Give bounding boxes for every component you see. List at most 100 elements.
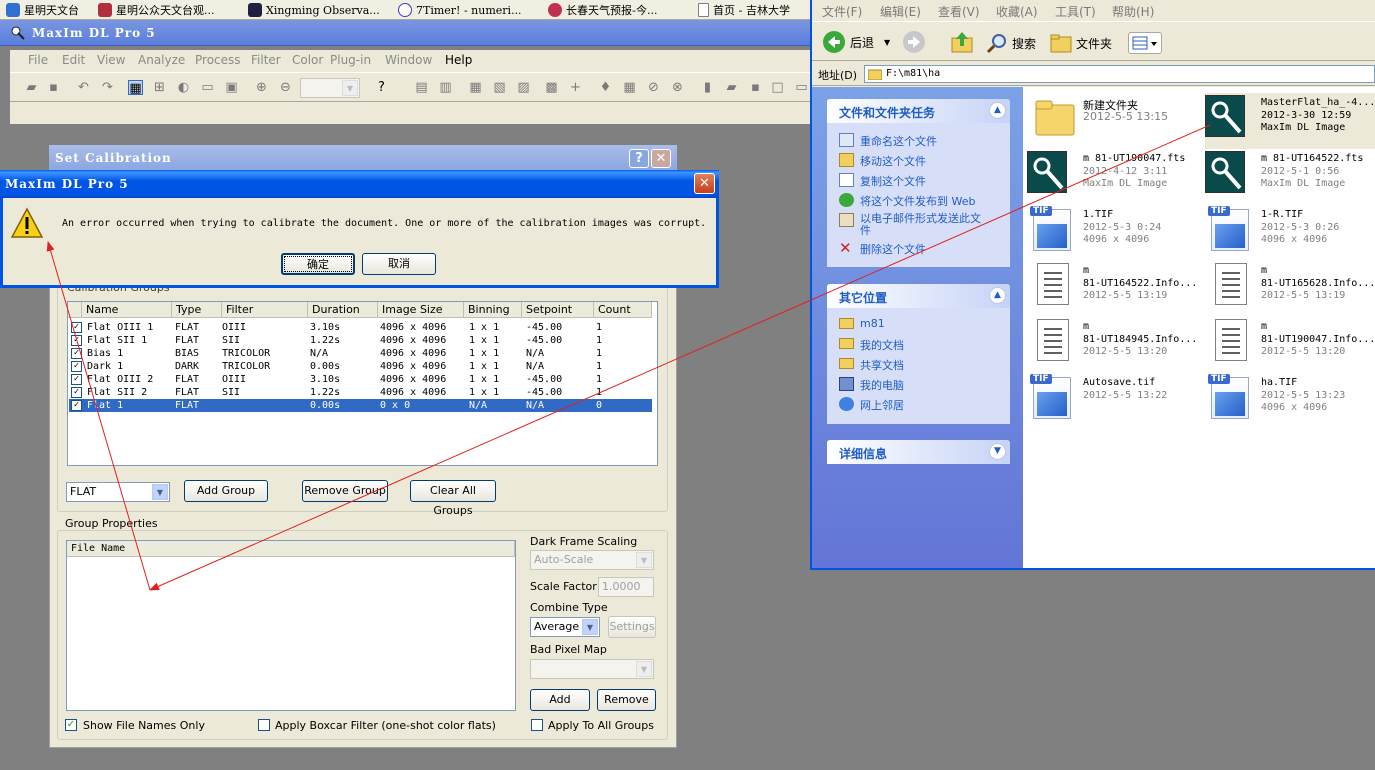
favorite-link[interactable]: 星明公众天文台观...: [98, 2, 215, 18]
file-item-selected[interactable]: MasterFlat_ha_-4... 2012-3-30 12:59 MaxI…: [1205, 93, 1375, 149]
tool-icon[interactable]: ▧: [492, 80, 507, 95]
favorite-link[interactable]: Xingming Observa...: [248, 2, 380, 18]
menu-file[interactable]: 文件(F): [822, 3, 862, 20]
undo-icon[interactable]: ↶: [76, 80, 91, 95]
folders-button[interactable]: 文件夹: [1050, 32, 1112, 54]
file-item[interactable]: TIF Autosave.tif 2012-5-5 13:22: [1027, 373, 1207, 429]
table-header[interactable]: Image Size: [378, 302, 464, 318]
task-rename[interactable]: 重命名这个文件: [839, 133, 937, 149]
task-publish-web[interactable]: 将这个文件发布到 Web: [839, 193, 975, 209]
tool-icon[interactable]: ▤: [414, 80, 429, 95]
search-button[interactable]: 搜索: [986, 32, 1036, 54]
tool-icon[interactable]: ▪: [748, 80, 763, 95]
dark-frame-scaling-select[interactable]: Auto-Scale ▼: [530, 550, 654, 570]
table-row[interactable]: ✓ Flat OIII 1 FLAT OIII 3.10s 4096 x 4096 1 x …: [69, 321, 652, 334]
favorite-link[interactable]: 星明天文台: [6, 2, 79, 18]
explorer-file-view[interactable]: 新建文件夹 2012-5-5 13:15 MasterFlat_ha_-4...…: [1023, 87, 1375, 568]
remove-group-button[interactable]: Remove Group: [302, 480, 388, 502]
context-help-icon[interactable]: ?: [374, 80, 389, 95]
scale-factor-input[interactable]: 1.0000: [598, 577, 654, 597]
table-row[interactable]: ✓ Flat 1 FLAT 0.00s 0 x 0 N/A N/A 0: [69, 399, 652, 412]
ok-button[interactable]: 确定: [281, 253, 355, 275]
file-item[interactable]: m 81-UT165628.Info... 2012-5-5 13:19: [1205, 261, 1375, 317]
table-row[interactable]: ✓ Flat OIII 2 FLAT OIII 3.10s 4096 x 4096 1 x …: [69, 373, 652, 386]
close-button[interactable]: ✕: [651, 149, 671, 168]
row-checkbox[interactable]: ✓: [71, 400, 82, 411]
cancel-button[interactable]: 取消: [362, 253, 436, 275]
tool-icon[interactable]: ▩: [544, 80, 559, 95]
file-item[interactable]: TIF 1.TIF 2012-5-3 0:24 4096 x 4096: [1027, 205, 1207, 261]
menu-view[interactable]: View: [97, 53, 125, 67]
table-row[interactable]: ✓ Flat SII 2 FLAT SII 1.22s 4096 x 4096 1 x 1 -…: [69, 386, 652, 399]
table-header[interactable]: Type: [172, 302, 222, 318]
menu-color[interactable]: Color: [292, 53, 323, 67]
row-checkbox[interactable]: ✓: [71, 322, 82, 333]
menu-filter[interactable]: Filter: [251, 53, 281, 67]
redo-icon[interactable]: ↷: [100, 80, 115, 95]
crop-icon[interactable]: ▭: [200, 80, 215, 95]
collapse-icon[interactable]: ▲: [989, 102, 1006, 119]
table-row[interactable]: ✓ Dark 1 DARK TRICOLOR 0.00s 4096 x 4096 1 x 1…: [69, 360, 652, 373]
file-item[interactable]: m 81-UT190047.Info... 2012-5-5 13:20: [1205, 317, 1375, 373]
place-my-documents[interactable]: 我的文档: [839, 337, 904, 353]
menu-analyze[interactable]: Analyze: [138, 53, 185, 67]
table-header[interactable]: Name: [82, 302, 172, 318]
menu-process[interactable]: Process: [195, 53, 241, 67]
bad-pixel-map-select[interactable]: ▼: [530, 659, 654, 679]
file-item[interactable]: 新建文件夹 2012-5-5 13:15: [1027, 93, 1207, 149]
favorite-link[interactable]: 长春天气预报-今...: [548, 2, 657, 18]
calibration-groups-table[interactable]: Name Type Filter Duration Image Size Bin…: [67, 301, 658, 466]
tool-icon[interactable]: ▨: [516, 80, 531, 95]
tool-icon[interactable]: ⊗: [670, 80, 685, 95]
menu-help[interactable]: Help: [445, 53, 472, 67]
menu-file[interactable]: File: [28, 53, 48, 67]
zoom-combo[interactable]: ▼: [300, 78, 360, 98]
tool-icon[interactable]: ▦: [622, 80, 637, 95]
table-row[interactable]: ✓ Bias 1 BIAS TRICOLOR N/A 4096 x 4096 1 x 1 N/…: [69, 347, 652, 360]
tool-icon[interactable]: ▰: [724, 80, 739, 95]
calibrate-icon[interactable]: ▣: [224, 80, 239, 95]
row-checkbox[interactable]: ✓: [71, 335, 82, 346]
settings-button[interactable]: Settings: [608, 616, 656, 638]
up-folder-icon[interactable]: [950, 30, 974, 54]
menu-window[interactable]: Window: [385, 53, 432, 67]
views-button[interactable]: [1128, 32, 1162, 54]
menu-tools[interactable]: 工具(T): [1055, 3, 1096, 20]
file-tasks-header[interactable]: 文件和文件夹任务 ▲: [827, 99, 1010, 123]
tool-icon[interactable]: □: [770, 80, 785, 95]
remove-button[interactable]: Remove: [597, 689, 656, 711]
zoom-out-icon[interactable]: ⊖: [278, 80, 293, 95]
details-header[interactable]: 详细信息 ▼: [827, 440, 1010, 464]
table-row[interactable]: ✓ Flat SII 1 FLAT SII 1.22s 4096 x 4096 1 x 1 -…: [69, 334, 652, 347]
zoom-in-icon[interactable]: ⊕: [254, 80, 269, 95]
table-header[interactable]: Binning: [464, 302, 522, 318]
place-my-computer[interactable]: 我的电脑: [839, 377, 904, 393]
menu-edit[interactable]: Edit: [62, 53, 85, 67]
combine-type-select[interactable]: Average ▼: [530, 617, 600, 637]
file-list[interactable]: File Name: [66, 540, 516, 711]
menu-plugin[interactable]: Plug-in: [330, 53, 371, 67]
collapse-icon[interactable]: ▲: [989, 287, 1006, 304]
file-item[interactable]: TIF ha.TIF 2012-5-5 13:23 4096 x 4096: [1205, 373, 1375, 429]
save-icon[interactable]: ▪: [46, 80, 61, 95]
tool-icon[interactable]: ▦: [468, 80, 483, 95]
place-network[interactable]: 网上邻居: [839, 397, 904, 413]
place-m81[interactable]: m81: [839, 317, 885, 330]
add-group-button[interactable]: Add Group: [184, 480, 268, 502]
menu-favorites[interactable]: 收藏(A): [996, 3, 1038, 20]
clear-all-groups-button[interactable]: Clear All Groups: [410, 480, 496, 517]
menu-edit[interactable]: 编辑(E): [880, 3, 921, 20]
file-item[interactable]: m 81-UT164522.Info... 2012-5-5 13:19: [1027, 261, 1207, 317]
file-item[interactable]: m 81-UT184945.Info... 2012-5-5 13:20: [1027, 317, 1207, 373]
menu-help[interactable]: 帮助(H): [1112, 3, 1154, 20]
tool-icon[interactable]: ⊘: [646, 80, 661, 95]
flip-icon[interactable]: ◐: [176, 80, 191, 95]
tool-icon[interactable]: ♦: [598, 80, 613, 95]
file-name-header[interactable]: File Name: [67, 541, 515, 557]
help-button[interactable]: ?: [629, 149, 649, 168]
file-item[interactable]: m 81-UT164522.fts 2012-5-1 0:56 MaxIm DL…: [1205, 149, 1375, 205]
other-places-header[interactable]: 其它位置 ▲: [827, 284, 1010, 308]
table-header[interactable]: Count: [594, 302, 652, 318]
favorite-link[interactable]: 7Timer! - numeri...: [398, 2, 522, 18]
apply-to-all-groups-checkbox[interactable]: [531, 719, 543, 731]
